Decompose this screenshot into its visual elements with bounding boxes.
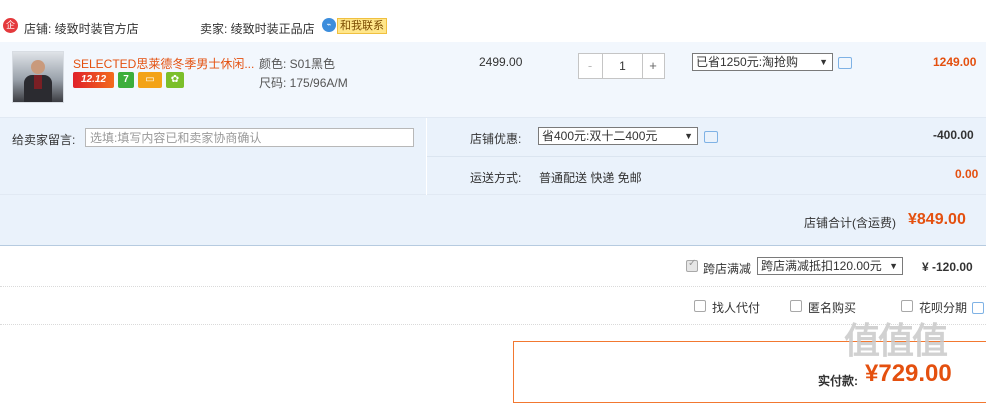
promo-info-icon[interactable] xyxy=(704,131,718,143)
credit-card-icon[interactable]: ▭ xyxy=(138,72,162,88)
seller-name[interactable]: 卖家: 绫致时装正品店 xyxy=(200,20,315,37)
cross-store-select[interactable]: 跨店满减抵扣120.00元 ▼ xyxy=(757,257,903,275)
divider xyxy=(0,286,986,287)
unit-price: 2499.00 xyxy=(479,55,523,69)
cross-store-value: 跨店满减抵扣120.00元 xyxy=(761,259,882,273)
decrease-button[interactable]: - xyxy=(579,54,601,78)
payment-amount: ¥729.00 xyxy=(865,360,952,387)
anonymous-checkbox[interactable] xyxy=(790,300,802,312)
store-total-amount: ¥849.00 xyxy=(908,211,966,228)
store-promo-label: 店铺优惠: xyxy=(470,132,522,146)
shipping-label: 运送方式: xyxy=(470,171,522,185)
quantity-stepper: - 1 + xyxy=(578,53,665,79)
cross-store-checkbox[interactable] xyxy=(686,258,698,272)
store-promo-value: 省400元:双十二400元 xyxy=(542,129,658,143)
chat-bubble-icon[interactable]: ⌁ xyxy=(322,18,336,32)
proxy-pay-checkbox[interactable] xyxy=(694,300,706,312)
item-discount-select[interactable]: 已省1250元:淘抢购 ▼ xyxy=(692,53,833,71)
guarantee-icon[interactable]: ✿ xyxy=(166,72,184,88)
divider xyxy=(0,324,986,325)
cross-store-label: 跨店满减 xyxy=(703,262,752,276)
proxy-pay-label[interactable]: 找人代付 xyxy=(712,299,760,316)
message-input[interactable]: 选填:填写内容已和卖家协商确认 xyxy=(85,128,414,147)
shipping-amount: 0.00 xyxy=(955,167,979,181)
promo-divider xyxy=(427,156,986,157)
shop-header: 企 店铺: 绫致时装官方店 卖家: 绫致时装正品店 ⌁ 和我联系 xyxy=(0,14,986,43)
product-thumbnail[interactable] xyxy=(12,51,64,103)
shipping-method: 普通配送 快递 免邮 xyxy=(539,171,642,185)
huabei-checkbox[interactable] xyxy=(901,300,913,312)
discount-info-icon[interactable] xyxy=(838,57,852,69)
cross-store-amount: ¥ -120.00 xyxy=(922,260,973,274)
store-promo-select[interactable]: 省400元:双十二400元 ▼ xyxy=(538,127,698,145)
increase-button[interactable]: + xyxy=(642,54,664,78)
site-watermark: 值值值 xyxy=(844,320,948,361)
huabei-info-icon[interactable] xyxy=(972,302,984,314)
dropdown-arrow-icon: ▼ xyxy=(889,261,898,271)
double-twelve-badge[interactable]: 12.12 xyxy=(73,72,114,88)
contact-seller-link[interactable]: 和我联系 xyxy=(337,18,387,34)
dropdown-arrow-icon: ▼ xyxy=(684,131,693,141)
shop-icon: 企 xyxy=(3,18,18,33)
color-spec: 颜色: S01黑色 xyxy=(259,57,336,71)
store-promo-amount: -400.00 xyxy=(933,128,974,142)
store-name[interactable]: 店铺: 绫致时装官方店 xyxy=(24,20,139,37)
dropdown-arrow-icon: ▼ xyxy=(819,57,828,67)
item-subtotal: 1249.00 xyxy=(933,55,977,69)
item-discount-value: 已省1250元:淘抢购 xyxy=(696,55,799,69)
message-label: 给卖家留言: xyxy=(12,133,76,147)
seven-day-return-icon[interactable]: 7 xyxy=(118,72,134,88)
quantity-input[interactable]: 1 xyxy=(602,54,643,78)
store-total-label: 店铺合计(含运费) xyxy=(804,216,896,230)
product-title-link[interactable]: SELECTED思莱德冬季男士休闲... xyxy=(73,55,254,72)
payment-label: 实付款: xyxy=(818,374,858,388)
size-spec: 尺码: 175/96A/M xyxy=(259,76,348,90)
